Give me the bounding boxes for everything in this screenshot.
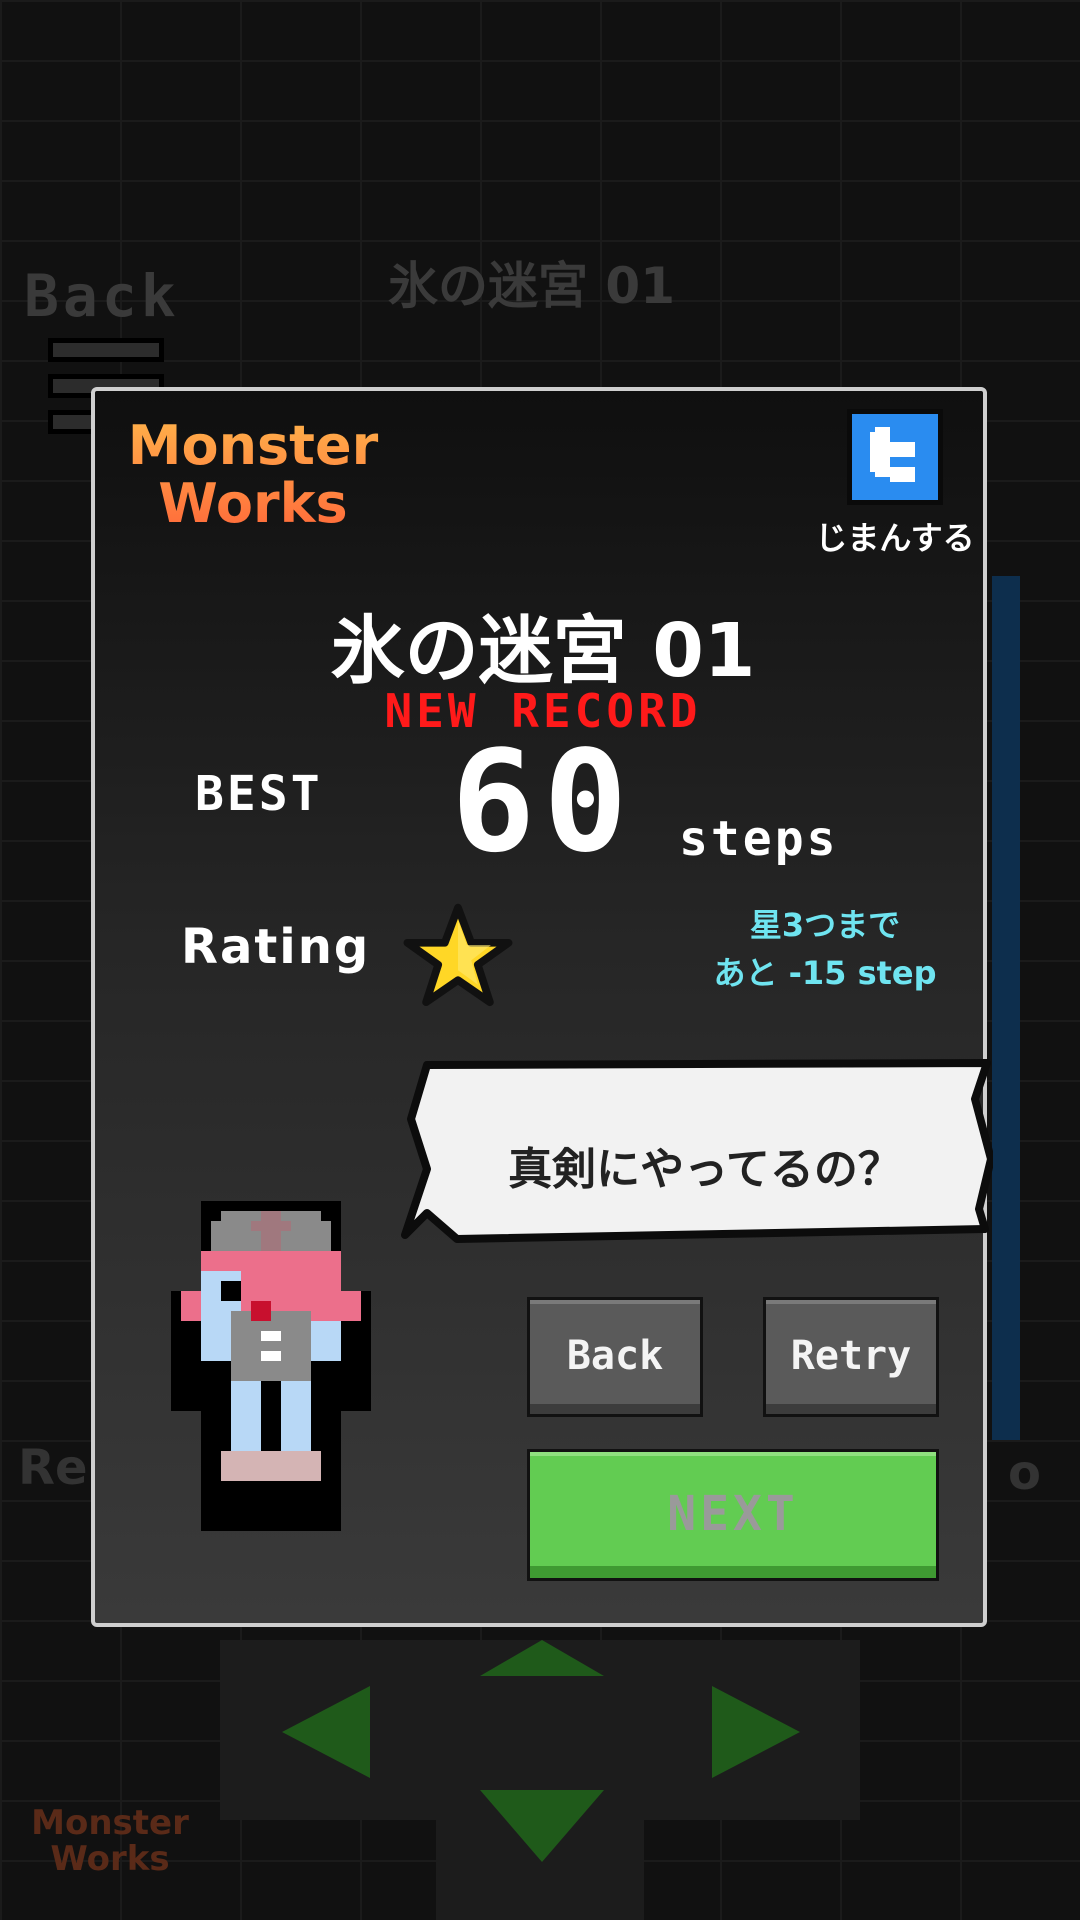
background-back-label: Back bbox=[24, 262, 180, 330]
background-stage-title: 氷の迷宮 01 bbox=[388, 257, 675, 315]
nurse-character-sprite bbox=[171, 1201, 371, 1531]
rating-label: Rating bbox=[181, 919, 371, 975]
next-button[interactable]: NEXT bbox=[527, 1449, 939, 1581]
dpad-left-arrow-icon bbox=[282, 1686, 370, 1778]
retry-button[interactable]: Retry bbox=[763, 1297, 939, 1417]
steps-label: steps bbox=[679, 811, 839, 867]
background-progress-strip bbox=[992, 576, 1020, 1440]
background-right-label: o bbox=[1008, 1445, 1041, 1501]
speech-text: 真剣にやってるの？ bbox=[508, 1144, 902, 1195]
twitter-share-button[interactable] bbox=[847, 409, 943, 505]
dpad-up-arrow-icon bbox=[480, 1640, 604, 1676]
monster-works-logo: Monster Works bbox=[123, 417, 383, 533]
background-left-label: Re bbox=[18, 1440, 88, 1496]
dpad-column bbox=[436, 1640, 644, 1920]
dpad-down-arrow-icon bbox=[480, 1790, 604, 1862]
stage-title: 氷の迷宮 01 bbox=[330, 608, 756, 694]
best-steps-value: 60 bbox=[451, 721, 636, 884]
star-icon bbox=[403, 903, 513, 1007]
result-dialog: Monster Works じまんする 氷の迷宮 01 NEW RECORD B… bbox=[91, 387, 993, 1627]
twitter-icon bbox=[870, 427, 915, 482]
back-button[interactable]: Back bbox=[527, 1297, 703, 1417]
best-label: BEST bbox=[195, 766, 323, 822]
next-rating-hint: 星3つまで あと -15 step bbox=[713, 906, 937, 992]
dpad-right-arrow-icon bbox=[712, 1686, 800, 1778]
background-logo: Monster Works bbox=[31, 1803, 189, 1879]
share-label[interactable]: じまんする bbox=[815, 513, 975, 559]
